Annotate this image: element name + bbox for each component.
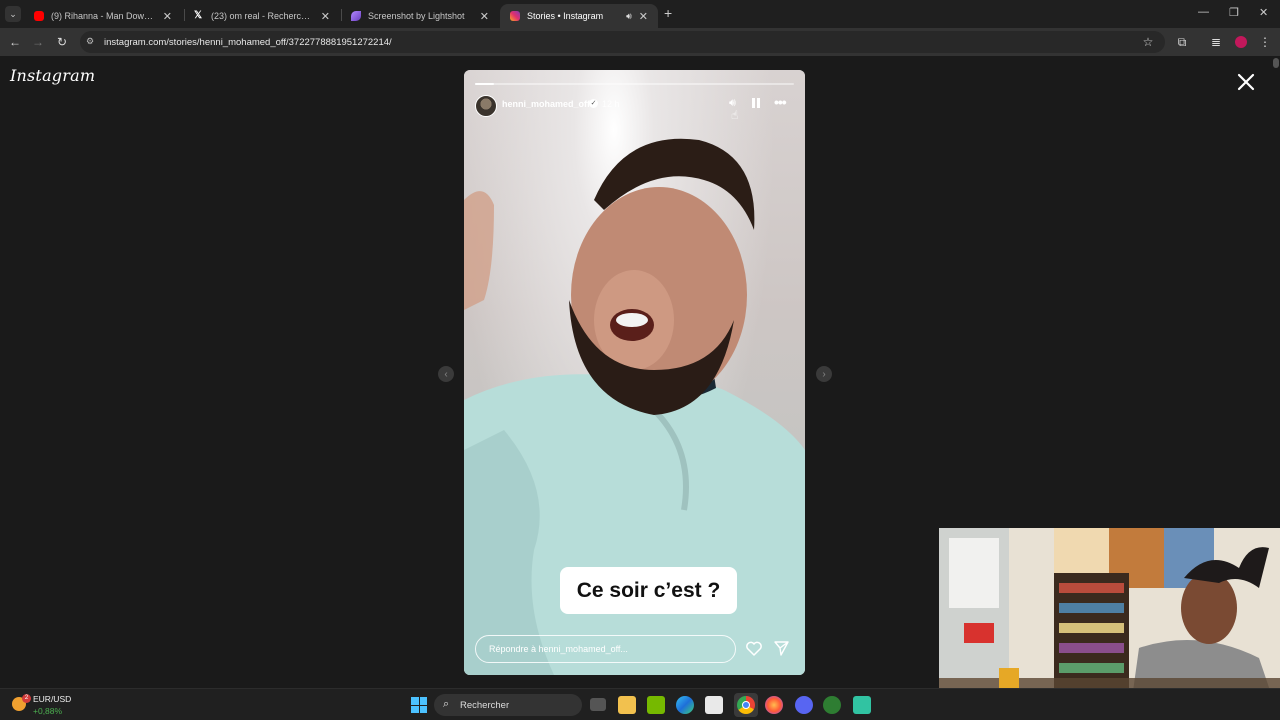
taskbar-search[interactable]: Rechercher [434, 694, 582, 716]
tab-x[interactable]: 𝕏 (23) om real - Recherche / X ✕ [184, 4, 340, 28]
more-options-icon[interactable]: ••• [774, 94, 787, 110]
extensions-icon[interactable]: ⧉ [1173, 33, 1191, 51]
windows-start-icon[interactable] [411, 697, 427, 713]
story-caption-sticker: Ce soir c’est ? [560, 567, 737, 614]
story-progress-fill [475, 83, 495, 85]
reply-placeholder: Répondre à henni_mohamed_off... [489, 644, 628, 654]
back-arrow-icon[interactable]: ← [6, 33, 24, 51]
x-icon: 𝕏 [194, 10, 203, 21]
tab-lightshot[interactable]: Screenshot by Lightshot ✕ [341, 4, 499, 28]
tab-instagram[interactable]: Stories • Instagram 🔊︎ ✕ [500, 4, 658, 28]
tab-strip: ⌄ (9) Rihanna - Man Down (Demo ✕ 𝕏 (23) … [0, 0, 1280, 28]
mouse-cursor-icon: ☝︎ [731, 108, 739, 122]
edge-icon[interactable] [676, 696, 694, 714]
close-tab-icon[interactable]: ✕ [639, 10, 648, 23]
widget-value: +0,88% [33, 706, 63, 716]
search-icon: ⌕ [443, 698, 450, 710]
tab-title: Stories • Instagram [527, 11, 604, 21]
tab-search-button[interactable]: ⌄ [5, 6, 21, 22]
story-age: 12 h [602, 99, 620, 109]
scrollbar-thumb[interactable] [1273, 58, 1279, 68]
heart-icon[interactable] [746, 641, 762, 656]
lightshot-feather-icon [351, 11, 361, 21]
firefox-icon[interactable] [765, 696, 783, 714]
reply-input[interactable]: Répondre à henni_mohamed_off... [475, 635, 736, 663]
store-icon[interactable] [705, 696, 723, 714]
task-view-icon[interactable] [590, 698, 606, 711]
tab-title: (9) Rihanna - Man Down (Demo [51, 11, 156, 21]
close-tab-icon[interactable]: ✕ [321, 10, 330, 23]
instagram-logo[interactable]: Instagram [10, 66, 95, 85]
instagram-icon [510, 11, 520, 21]
discord-icon[interactable] [795, 696, 813, 714]
story-viewer[interactable]: henni_mohamed_off ✓ 12 h 🔊︎ ••• ☝︎ Ce so… [464, 70, 805, 675]
bookmark-star-icon[interactable]: ☆ [1139, 33, 1157, 51]
reload-icon[interactable]: ↻ [53, 33, 71, 51]
pause-icon[interactable] [752, 98, 760, 108]
file-explorer-icon[interactable] [618, 696, 636, 714]
tab-title: (23) om real - Recherche / X [211, 11, 314, 21]
tab-audio-icon[interactable]: 🔊︎ [626, 11, 632, 22]
avatar[interactable] [475, 95, 497, 117]
widget-label[interactable]: EUR/USD [33, 694, 71, 704]
close-icon[interactable] [1236, 72, 1256, 92]
chrome-menu-icon[interactable]: ⋮ [1256, 33, 1274, 51]
browser-toolbar: ← → ↻ instagram.com/stories/henni_mohame… [0, 28, 1280, 56]
site-info-icon[interactable]: ⚙ [86, 36, 94, 47]
media-controls-icon[interactable]: ≣ [1207, 33, 1225, 51]
windows-taskbar: 2 EUR/USD +0,88% Rechercher ⌕ [0, 688, 1280, 720]
chrome-icon[interactable] [734, 693, 758, 717]
profile-avatar-icon[interactable] [1232, 33, 1250, 51]
story-username[interactable]: henni_mohamed_off [502, 99, 590, 109]
close-window-icon[interactable]: ✕ [1259, 6, 1268, 19]
minimize-icon[interactable]: — [1198, 6, 1209, 18]
xbox-game-bar-icon[interactable] [823, 696, 841, 714]
widget-badge: 2 [22, 694, 31, 703]
close-tab-icon[interactable]: ✕ [480, 10, 489, 23]
address-bar[interactable]: instagram.com/stories/henni_mohamed_off/… [80, 31, 1165, 53]
close-tab-icon[interactable]: ✕ [163, 10, 172, 23]
tab-youtube[interactable]: (9) Rihanna - Man Down (Demo ✕ [24, 4, 182, 28]
youtube-icon [34, 11, 44, 21]
streamlabs-icon[interactable] [853, 696, 871, 714]
url-text: instagram.com/stories/henni_mohamed_off/… [104, 36, 392, 48]
instagram-stories-page: Instagram ‹ › henni_mohamed_off ✓ 12 h 🔊… [0, 56, 1280, 720]
send-icon[interactable] [774, 641, 789, 656]
next-story-button[interactable]: › [816, 366, 832, 382]
verified-badge-icon: ✓ [589, 99, 598, 108]
tab-title: Screenshot by Lightshot [368, 11, 465, 21]
nvidia-icon[interactable] [647, 696, 665, 714]
forward-arrow-icon[interactable]: → [29, 33, 47, 51]
previous-story-button[interactable]: ‹ [438, 366, 454, 382]
story-progress-track [475, 83, 794, 85]
new-tab-button[interactable]: + [664, 6, 672, 20]
search-placeholder: Rechercher [460, 699, 510, 711]
restore-icon[interactable]: ❐ [1229, 6, 1239, 19]
